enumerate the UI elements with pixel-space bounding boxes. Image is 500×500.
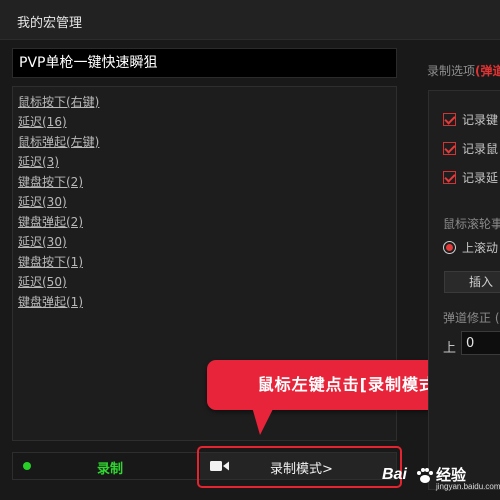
macro-name-field[interactable]: PVP单枪一键快速瞬狙 — [12, 48, 397, 78]
record-keys-label: 记录键 — [462, 113, 499, 127]
step-item[interactable]: 延迟(30) — [18, 233, 67, 250]
window-title: 我的宏管理 — [17, 16, 83, 31]
record-delay-label: 记录延 — [462, 171, 499, 185]
step-item[interactable]: 鼠标弹起(左键) — [18, 133, 99, 150]
up-label: 上 — [443, 341, 457, 356]
step-item[interactable]: 鼠标按下(右键) — [18, 93, 99, 110]
record-delay-option[interactable]: 记录延 — [443, 169, 498, 186]
record-options-accent: (弹道 — [475, 64, 500, 78]
step-item[interactable]: 键盘按下(1) — [18, 253, 83, 270]
step-item[interactable]: 延迟(3) — [18, 153, 59, 170]
step-item[interactable]: 键盘弹起(2) — [18, 213, 83, 230]
step-item[interactable]: 延迟(50) — [18, 273, 67, 290]
record-button[interactable]: 录制 — [13, 453, 198, 479]
insert-button[interactable]: 插入 — [444, 271, 500, 293]
step-item[interactable]: 延迟(30) — [18, 193, 67, 210]
paw-logo-icon — [417, 468, 433, 483]
record-label: 录制 — [97, 462, 124, 477]
callout-pointer — [252, 407, 274, 435]
record-mouse-option[interactable]: 记录鼠 — [443, 140, 498, 157]
baidu-watermark: Bai 经验 jingyan.baidu.com — [380, 458, 500, 498]
watermark-url: jingyan.baidu.com — [436, 482, 500, 491]
checkbox-checked-icon[interactable] — [443, 171, 456, 184]
scroll-up-option[interactable]: 上滚动 — [443, 239, 498, 256]
watermark-brand: Bai — [382, 466, 407, 483]
record-status-dot — [23, 462, 31, 470]
record-mouse-label: 记录鼠 — [462, 142, 499, 156]
radio-selected-icon[interactable] — [443, 241, 456, 254]
record-options-header: 录制选项(弹道 — [427, 62, 500, 79]
scroll-up-label: 上滚动 — [462, 241, 499, 255]
trajectory-correction-label: 弹道修正 ( — [443, 311, 500, 325]
highlight-frame — [197, 446, 402, 488]
up-value-input[interactable] — [461, 331, 500, 355]
checkbox-checked-icon[interactable] — [443, 113, 456, 126]
record-keys-option[interactable]: 记录键 — [443, 111, 498, 128]
step-item[interactable]: 键盘弹起(1) — [18, 293, 83, 310]
record-options-panel: 记录键 记录鼠 记录延 鼠标滚轮事 上滚动 插入 弹道修正 ( 上 — [428, 90, 500, 490]
mouse-wheel-label: 鼠标滚轮事 — [443, 217, 500, 231]
step-item[interactable]: 延迟(16) — [18, 113, 67, 130]
record-options-title: 录制选项 — [427, 64, 476, 78]
checkbox-checked-icon[interactable] — [443, 142, 456, 155]
title-bar: 我的宏管理 — [0, 0, 500, 40]
step-item[interactable]: 键盘按下(2) — [18, 173, 83, 190]
